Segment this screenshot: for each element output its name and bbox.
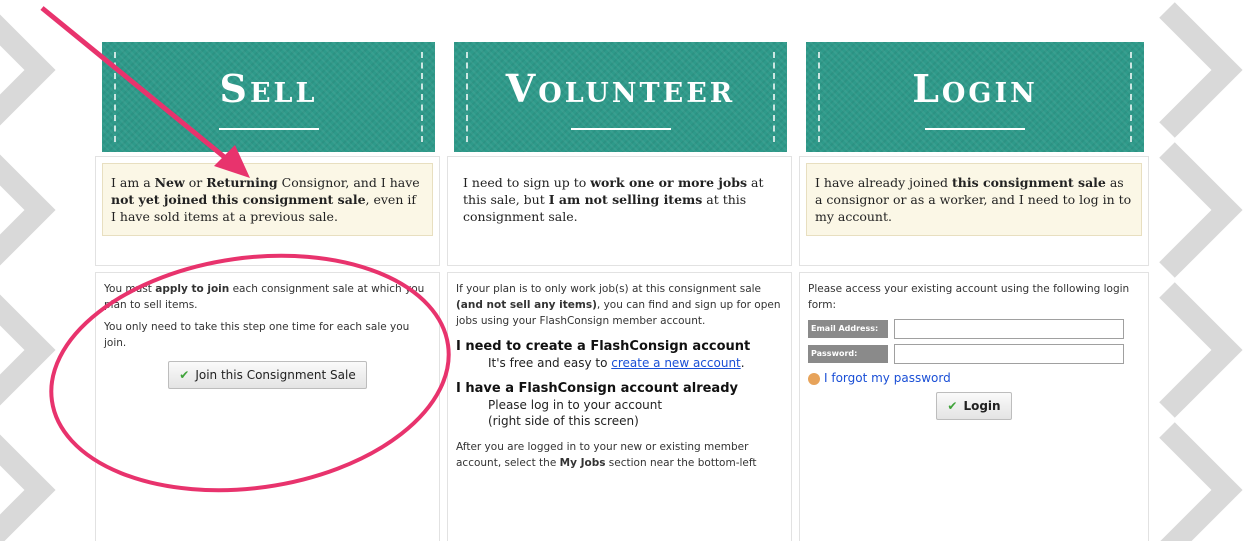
password-label: Password: — [808, 345, 888, 363]
login-title: Login — [912, 66, 1038, 111]
sell-detail-apply: You must apply to join each consignment … — [104, 283, 425, 311]
volunteer-detail-myjobs: After you are logged in to your new or e… — [456, 441, 757, 469]
chevron-pattern-right — [1157, 0, 1252, 541]
sell-description-panel: I am a New or Returning Consignor, and I… — [95, 156, 440, 266]
forgot-password-link[interactable]: I forgot my password — [808, 370, 1140, 386]
email-field[interactable] — [894, 319, 1124, 339]
email-label: Email Address: — [808, 320, 888, 338]
have-account-line-1: Please log in to your account — [488, 398, 663, 412]
volunteer-description-panel: I need to sign up to work one or more jo… — [447, 156, 792, 266]
volunteer-banner: Volunteer — [454, 42, 787, 152]
user-icon — [808, 372, 820, 385]
create-account-text: It's free and easy to create a new accou… — [488, 356, 745, 370]
login-banner: Login — [806, 42, 1144, 152]
login-form-intro: Please access your existing account usin… — [808, 283, 1130, 311]
volunteer-title: Volunteer — [505, 66, 736, 111]
have-account-heading: I have a FlashConsign account already — [456, 381, 738, 396]
login-description: I have already joined this consignment s… — [806, 163, 1142, 236]
create-account-link[interactable]: create a new account — [611, 356, 741, 370]
sell-title: Sell — [219, 66, 318, 111]
sell-detail-once: You only need to take this step one time… — [104, 321, 410, 349]
login-description-panel: I have already joined this consignment s… — [799, 156, 1149, 266]
checkmark-icon: ✔ — [947, 399, 958, 413]
chevron-pattern-left — [0, 0, 82, 541]
sell-details-panel: You must apply to join each consignment … — [95, 272, 440, 541]
password-field[interactable] — [894, 344, 1124, 364]
have-account-line-2: (right side of this screen) — [488, 414, 639, 428]
sell-banner: Sell — [102, 42, 435, 152]
consignment-options: Sell I am a New or Returning Consignor, … — [95, 0, 1155, 541]
sell-description: I am a New or Returning Consignor, and I… — [102, 163, 433, 236]
create-account-heading: I need to create a FlashConsign account — [456, 339, 751, 354]
volunteer-details-panel: If your plan is to only work job(s) at t… — [447, 272, 792, 541]
volunteer-description: I need to sign up to work one or more jo… — [454, 163, 785, 236]
login-form-panel: Please access your existing account usin… — [799, 272, 1149, 541]
volunteer-detail-intro: If your plan is to only work job(s) at t… — [456, 283, 781, 327]
join-consignment-sale-button[interactable]: ✔ Join this Consignment Sale — [168, 361, 367, 389]
checkmark-icon: ✔ — [179, 368, 190, 382]
login-button[interactable]: ✔ Login — [936, 392, 1012, 420]
